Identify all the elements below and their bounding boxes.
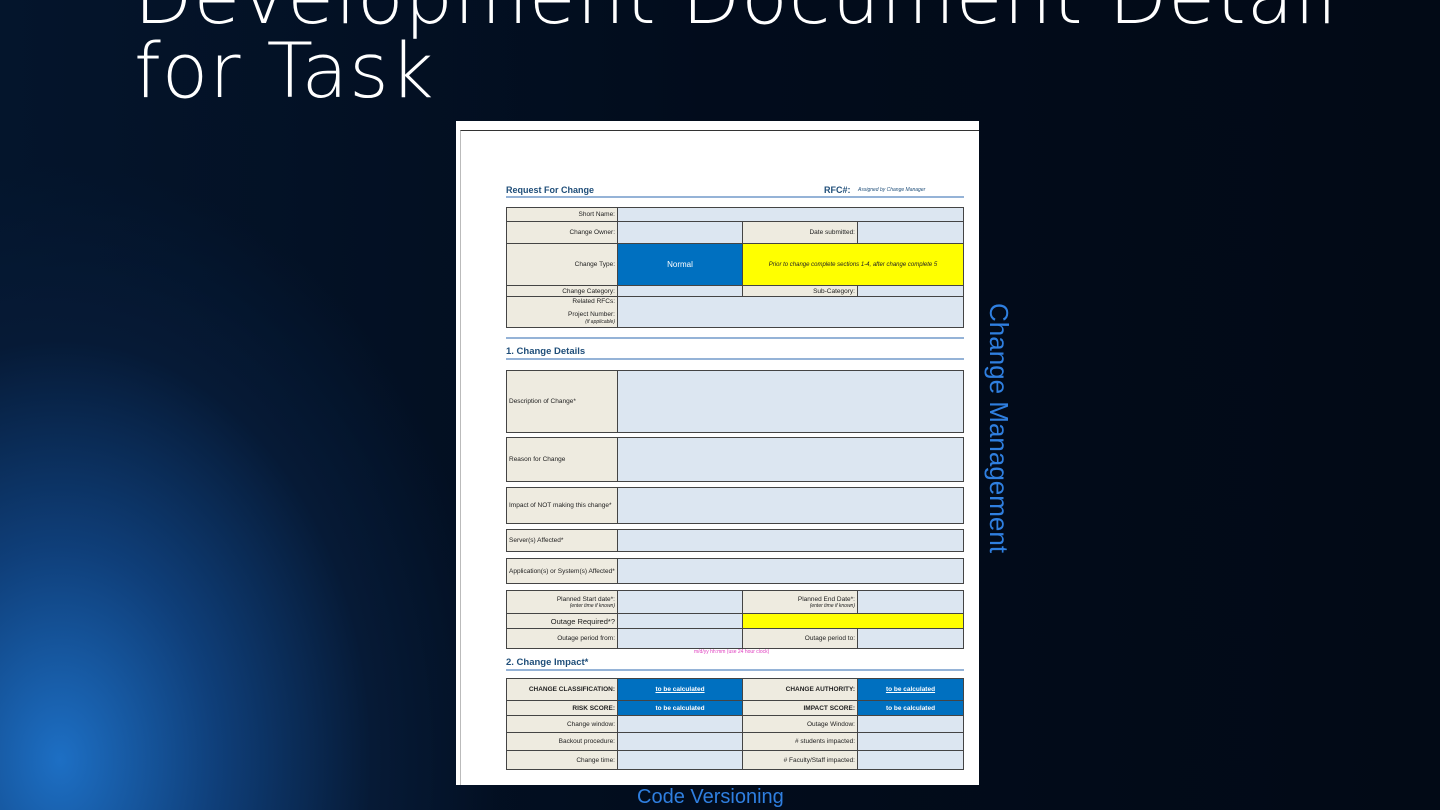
applications-label: Application(s) or System(s) Affected* [506,558,618,584]
slide-title: Development Document Detail for Task [134,0,1338,115]
classification-label: CHANGE CLASSIFICATION: [506,678,618,701]
backout-label: Backout procedure: [506,732,618,751]
planned-start-label: Planned Start date*: (enter time if known… [506,590,618,614]
rfc-document-image: Request For Change RFC#: Assigned by Cha… [456,121,979,785]
project-number-label: Project Number: [568,311,615,318]
short-name-field[interactable] [617,207,964,222]
applications-field[interactable] [617,558,964,584]
rfc-label: RFC#: [824,185,851,195]
outage-from-label: Outage period from: [506,628,618,649]
change-time-label: Change time: [506,750,618,770]
servers-field[interactable] [617,529,964,552]
impact-score-value: to be calculated [857,700,964,716]
doc-header: Request For Change RFC#: Assigned by Cha… [506,185,964,198]
change-type-note: Prior to change complete sections 1-4, a… [742,243,964,286]
reason-field[interactable] [617,437,964,482]
planned-end-field[interactable] [857,590,964,614]
outage-to-field[interactable] [857,628,964,649]
change-owner-label: Change Owner: [506,221,618,244]
outage-required-label: Outage Required*? [506,613,618,629]
short-name-label: Short Name: [506,207,618,222]
outage-to-label: Outage period to: [742,628,858,649]
code-versioning-label: Code Versioning [637,786,784,808]
date-submitted-label: Date submitted: [742,221,858,244]
change-type-label: Change Type: [506,243,618,286]
impact-not-field[interactable] [617,487,964,524]
related-rfcs-label: Related RFCs: [572,298,615,305]
impact-score-label: IMPACT SCORE: [742,700,858,716]
time-format-note: m/d/yy hh:mm (use 24 hour clock) [694,649,770,655]
authority-value[interactable]: to be calculated [857,678,964,701]
impact-not-label: Impact of NOT making this change* [506,487,618,524]
change-management-label: Change Management [984,303,1014,554]
description-field[interactable] [617,370,964,433]
risk-score-value: to be calculated [617,700,743,716]
change-owner-field[interactable] [617,221,743,244]
outage-required-field[interactable] [617,613,743,629]
date-submitted-field[interactable] [857,221,964,244]
planned-start-field[interactable] [617,590,743,614]
related-project-field[interactable] [617,296,964,328]
faculty-label: # Faculty/Staff impacted: [742,750,858,770]
authority-label: CHANGE AUTHORITY: [742,678,858,701]
planned-end-label: Planned End Date*: (enter time if known) [742,590,858,614]
rfc-note: Assigned by Change Manager [858,187,926,193]
reason-label: Reason for Change [506,437,618,482]
change-time-field[interactable] [617,750,743,770]
students-field[interactable] [857,732,964,751]
classification-value[interactable]: to be calculated [617,678,743,701]
change-window-label: Change window: [506,715,618,733]
section-change-details: 1. Change Details [506,337,964,360]
outage-window-label: Outage Window: [742,715,858,733]
students-label: # students impacted: [742,732,858,751]
servers-label: Server(s) Affected* [506,529,618,552]
outage-window-field[interactable] [857,715,964,733]
section-change-impact: 2. Change Impact* [506,657,964,671]
if-applicable-note: (if applicable) [585,319,615,325]
related-project-labels: Related RFCs: Project Number: (if applic… [506,296,618,328]
faculty-field[interactable] [857,750,964,770]
change-type-value[interactable]: Normal [617,243,743,286]
description-label: Description of Change* [506,370,618,433]
risk-score-label: RISK SCORE: [506,700,618,716]
outage-from-field[interactable] [617,628,743,649]
change-window-field[interactable] [617,715,743,733]
backout-field[interactable] [617,732,743,751]
outage-required-highlight [742,613,964,629]
